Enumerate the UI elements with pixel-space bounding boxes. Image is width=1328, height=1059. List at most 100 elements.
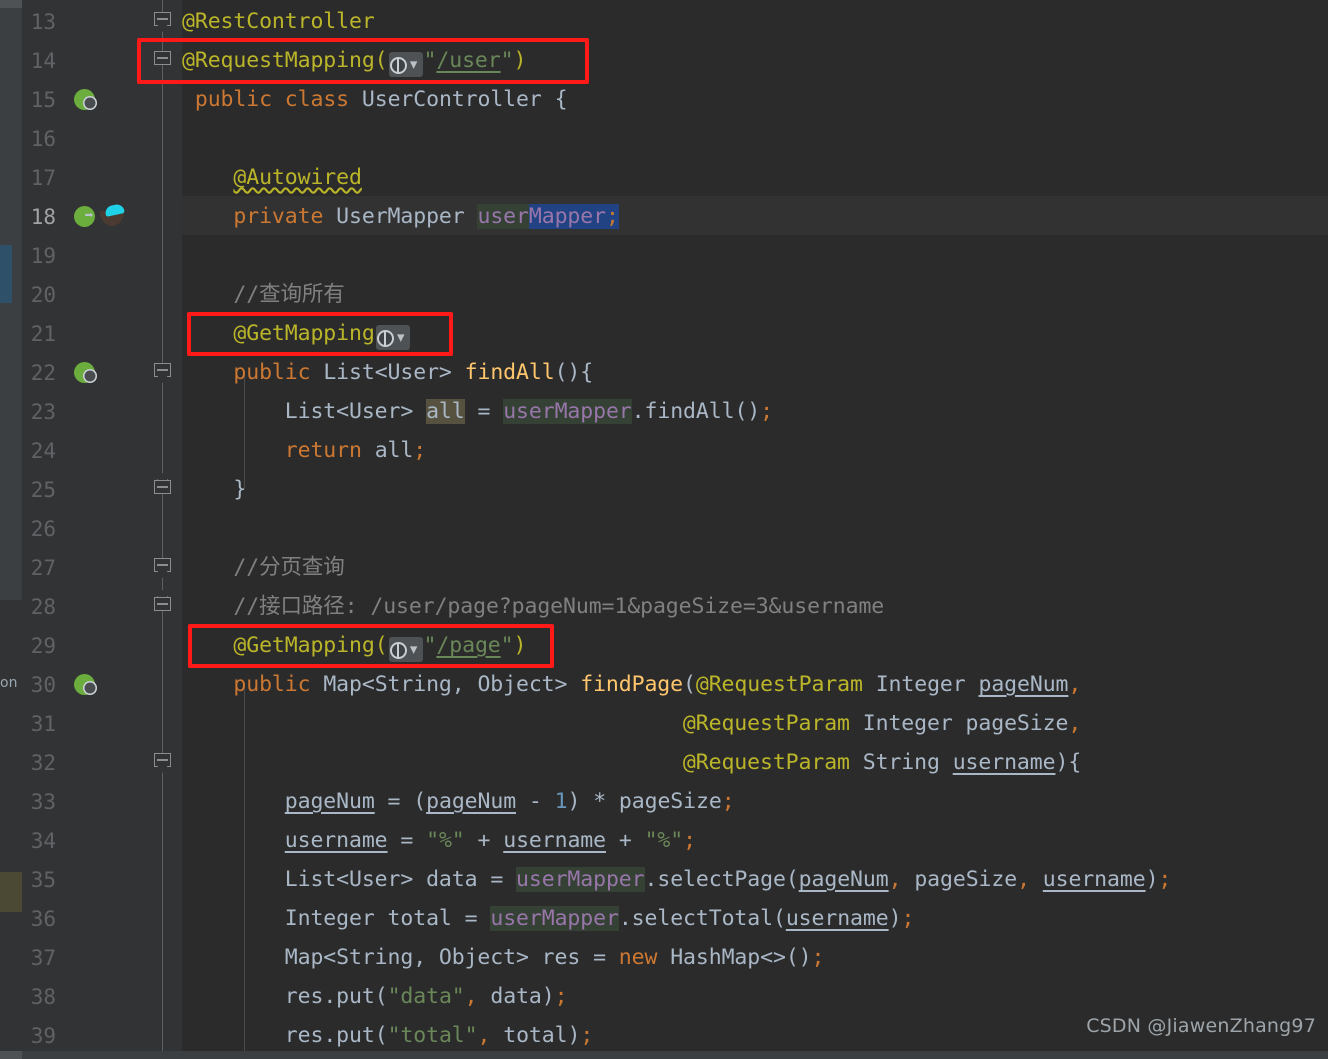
code-line-25[interactable]: }: [182, 470, 1328, 509]
arg-username[interactable]: username: [1043, 867, 1146, 892]
gutter-row[interactable]: 34: [22, 821, 144, 860]
code-line-20[interactable]: //查询所有: [182, 275, 1328, 314]
gutter-row[interactable]: 32: [22, 743, 144, 782]
class-name-usercontroller[interactable]: UserController: [362, 87, 542, 112]
annotation-request-param[interactable]: @RequestParam: [683, 711, 850, 736]
fold-marker[interactable]: [154, 363, 171, 383]
fold-marker[interactable]: [154, 12, 171, 32]
fold-marker[interactable]: [154, 558, 171, 578]
code-line-30[interactable]: public Map<String, Object> findPage(@Req…: [182, 665, 1328, 704]
annotation-get-mapping-page[interactable]: @GetMapping: [233, 633, 374, 658]
code-line-38[interactable]: res.put("data", data);: [182, 977, 1328, 1016]
variable-all-read[interactable]: all: [375, 438, 414, 463]
param-pagenum[interactable]: pageNum: [978, 672, 1068, 697]
type-list-user[interactable]: List<User>: [285, 399, 414, 424]
annotation-get-mapping-findall[interactable]: @GetMapping: [233, 321, 374, 346]
code-line-34[interactable]: username = "%" + username + "%";: [182, 821, 1328, 860]
annotation-request-param[interactable]: @RequestParam: [696, 672, 863, 697]
type-map-string-object[interactable]: Map<String, Object>: [285, 945, 529, 970]
left-panel-selected-row[interactable]: [0, 245, 12, 303]
annotation-request-param[interactable]: @RequestParam: [683, 750, 850, 775]
arg-total[interactable]: total: [503, 1023, 567, 1048]
type-hashmap[interactable]: HashMap<>: [670, 945, 786, 970]
gutter-row[interactable]: 23: [22, 392, 144, 431]
arg-pagesize[interactable]: pageSize: [914, 867, 1017, 892]
field-usermapper-usage[interactable]: userMapper: [490, 906, 619, 931]
editor-gutter[interactable]: 13 14 15 16 17 18 19 20 21 22 23 24 25 26 27 28 29 30 31 32…: [22, 0, 144, 1059]
gutter-row[interactable]: 30: [22, 665, 144, 704]
fold-marker[interactable]: [154, 473, 171, 500]
variable-res[interactable]: res: [542, 945, 581, 970]
variable-username-read[interactable]: username: [503, 828, 606, 853]
code-line-27[interactable]: //分页查询: [182, 548, 1328, 587]
param-pagesize[interactable]: pageSize: [966, 711, 1069, 736]
method-selectpage-call[interactable]: selectPage: [657, 867, 786, 892]
gutter-row[interactable]: 21: [22, 314, 144, 353]
code-line-32[interactable]: @RequestParam String username){: [182, 743, 1328, 782]
type-list-user[interactable]: List<User>: [323, 360, 452, 385]
code-line-33[interactable]: pageNum = (pageNum - 1) * pageSize;: [182, 782, 1328, 821]
arg-pagenum[interactable]: pageNum: [799, 867, 889, 892]
code-line-21[interactable]: @GetMapping ▾: [182, 314, 1328, 353]
gutter-row[interactable]: 14: [22, 41, 144, 80]
fold-marker[interactable]: [154, 51, 171, 71]
gutter-row[interactable]: 36: [22, 899, 144, 938]
web-endpoint-hint-page[interactable]: ▾: [388, 637, 423, 662]
method-selecttotal-call[interactable]: selectTotal: [632, 906, 773, 931]
code-line-16[interactable]: [182, 119, 1328, 158]
gutter-row[interactable]: 35: [22, 860, 144, 899]
type-usermapper[interactable]: UserMapper: [336, 204, 465, 229]
gutter-row[interactable]: 22: [22, 353, 144, 392]
param-username[interactable]: username: [953, 750, 1056, 775]
type-map-string-object[interactable]: Map<String, Object>: [323, 672, 567, 697]
chevron-down-icon[interactable]: ▾: [394, 325, 408, 350]
arg-data[interactable]: data: [490, 984, 541, 1009]
code-line-28[interactable]: //接口路径: /user/page?pageNum=1&pageSize=3&…: [182, 587, 1328, 626]
code-line-22[interactable]: public List<User> findAll(){: [182, 353, 1328, 392]
variable-pagenum-write[interactable]: pageNum: [285, 789, 375, 814]
gutter-row[interactable]: 33: [22, 782, 144, 821]
spring-bean-arrow-icon[interactable]: [74, 205, 98, 229]
gutter-row[interactable]: 16: [22, 119, 144, 158]
code-line-23[interactable]: List<User> all = userMapper.findAll();: [182, 392, 1328, 431]
code-line-19[interactable]: [182, 236, 1328, 275]
gutter-row[interactable]: 26: [22, 509, 144, 548]
gutter-row[interactable]: 17: [22, 158, 144, 197]
mapping-path-user[interactable]: /user: [436, 48, 500, 73]
web-endpoint-hint-findall[interactable]: ▾: [375, 325, 410, 350]
mybatis-mapper-icon[interactable]: [100, 205, 124, 229]
gutter-row[interactable]: 20: [22, 275, 144, 314]
gutter-row[interactable]: 18: [22, 197, 144, 236]
variable-username-write[interactable]: username: [285, 828, 388, 853]
variable-pagenum-read[interactable]: pageNum: [426, 789, 516, 814]
gutter-row[interactable]: 25: [22, 470, 144, 509]
code-text-area[interactable]: @RestController @RequestMapping(▾ "/user"…: [182, 0, 1328, 1059]
gutter-row[interactable]: 19: [22, 236, 144, 275]
method-put-call[interactable]: put: [336, 1023, 375, 1048]
code-line-31[interactable]: @RequestParam Integer pageSize,: [182, 704, 1328, 743]
code-line-29[interactable]: @GetMapping(▾ "/page"): [182, 626, 1328, 665]
variable-res[interactable]: res: [285, 1023, 324, 1048]
gutter-row[interactable]: 29: [22, 626, 144, 665]
code-line-13[interactable]: @RestController: [182, 2, 1328, 41]
variable-res[interactable]: res: [285, 984, 324, 1009]
code-line-17[interactable]: @Autowired: [182, 158, 1328, 197]
field-usermapper-usage[interactable]: userMapper: [503, 399, 632, 424]
field-usermapper-declaration[interactable]: user: [477, 204, 529, 229]
code-line-36[interactable]: Integer total = userMapper.selectTotal(u…: [182, 899, 1328, 938]
gutter-row[interactable]: 13: [22, 2, 144, 41]
gutter-row[interactable]: 24: [22, 431, 144, 470]
chevron-down-icon[interactable]: ▾: [407, 637, 421, 662]
variable-total[interactable]: total: [388, 906, 452, 931]
gutter-row[interactable]: 37: [22, 938, 144, 977]
gutter-row[interactable]: 39: [22, 1016, 144, 1055]
method-findpage-declaration[interactable]: findPage: [580, 672, 683, 697]
field-usermapper-usage[interactable]: userMapper: [516, 867, 645, 892]
variable-data[interactable]: data: [426, 867, 477, 892]
fold-marker[interactable]: [154, 753, 171, 773]
code-line-14[interactable]: @RequestMapping(▾ "/user"): [182, 41, 1328, 80]
gutter-row[interactable]: 38: [22, 977, 144, 1016]
code-line-35[interactable]: List<User> data = userMapper.selectPage(…: [182, 860, 1328, 899]
variable-all-write[interactable]: all: [426, 399, 465, 424]
type-list-user[interactable]: List<User>: [285, 867, 414, 892]
